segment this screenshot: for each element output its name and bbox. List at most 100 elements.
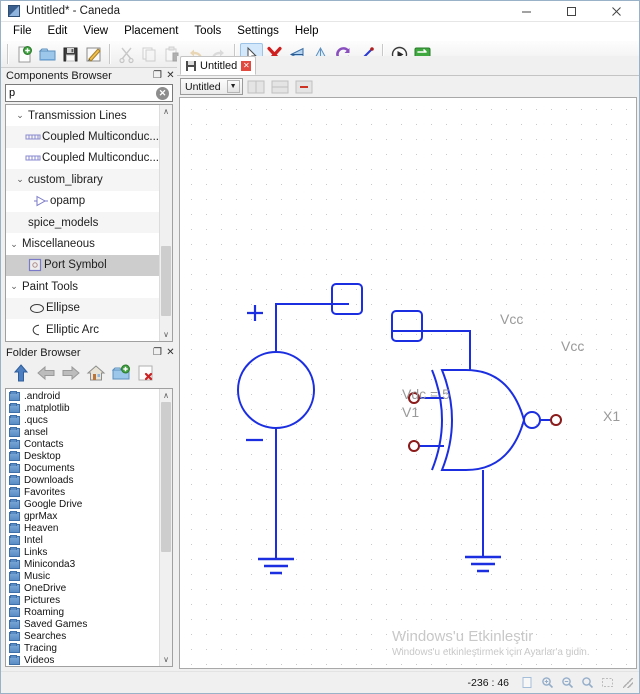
tree-item-coupled-multiconductor-2[interactable]: Coupled Multiconduc... [6,148,159,169]
folder-item[interactable]: Intel [6,534,159,546]
float-icon[interactable]: ❐ [151,346,164,359]
magnifier-minus-icon[interactable] [559,675,575,691]
close-icon[interactable]: ✕ [164,69,177,82]
document-selector-dropdown[interactable]: Untitled ▼ [180,78,243,95]
port-symbol-vcc-right[interactable] [391,310,471,371]
page-icon[interactable] [519,675,535,691]
folder-item[interactable]: Roaming [6,606,159,618]
scroll-thumb[interactable] [161,246,171,316]
scroll-up-icon[interactable]: ∧ [160,389,172,402]
schematic-canvas[interactable]: Vcc Vcc Vdc = 5 V1 X1 Windows'u Etkinleş… [180,98,636,668]
selection-icon[interactable] [599,675,615,691]
menu-tools[interactable]: Tools [186,23,229,39]
component-search-box[interactable]: ✕ [5,84,173,102]
chevron-down-icon[interactable]: ⌄ [6,281,22,292]
resize-grip[interactable] [623,677,633,688]
tree-item-custom-library[interactable]: ⌄ custom_library [6,169,159,191]
scroll-thumb[interactable] [161,402,171,552]
tree-item-ellipse[interactable]: Ellipse [6,297,159,319]
close-button[interactable] [594,1,639,22]
chevron-down-icon[interactable]: ⌄ [12,110,28,121]
folder-item[interactable]: Heaven [6,522,159,534]
chevron-down-icon[interactable]: ⌄ [12,174,28,185]
folder-item[interactable]: Pictures [6,594,159,606]
scroll-track[interactable] [160,402,172,653]
folder-item[interactable]: .matplotlib [6,402,159,414]
folder-item[interactable]: .android [6,390,159,402]
tree-item-transmission-lines[interactable]: ⌄ Transmission Lines [6,105,159,126]
tree-item-opamp[interactable]: opamp [6,191,159,212]
maximize-button[interactable] [549,1,594,22]
ground-right[interactable] [465,555,501,573]
scroll-up-icon[interactable]: ∧ [160,105,172,118]
menu-view[interactable]: View [75,23,116,39]
components-tree[interactable]: ⌄ Transmission Lines Coupled Multiconduc… [6,105,159,341]
parent-folder-button[interactable] [9,362,32,385]
menu-file[interactable]: File [5,23,40,39]
scroll-track[interactable] [160,118,172,328]
folder-item[interactable]: gprMax [6,510,159,522]
chevron-down-icon[interactable]: ▼ [226,80,240,93]
tree-item-spice-models[interactable]: spice_models [6,211,159,234]
document-tab-untitled[interactable]: Untitled ✕ [180,56,257,75]
print-document-button[interactable] [82,43,105,66]
label-v1-value: Vdc = 5 [402,386,450,402]
tree-item-elliptic-arc[interactable]: Elliptic Arc [6,319,159,340]
new-document-button[interactable] [13,43,36,66]
folder-item[interactable]: Miniconda3 [6,558,159,570]
scroll-down-icon[interactable]: ∨ [160,328,172,341]
tree-item-coupled-multiconductor-1[interactable]: Coupled Multiconduc... [6,126,159,148]
tree-item-paint-tools[interactable]: ⌄ Paint Tools [6,276,159,297]
clear-search-icon[interactable]: ✕ [156,86,169,100]
copy-button[interactable] [138,43,161,66]
components-tree-scrollbar[interactable]: ∧ ∨ [159,105,172,341]
tree-item-miscellaneous[interactable]: ⌄ Miscellaneous [6,233,159,254]
new-folder-button[interactable] [109,362,132,385]
split-horizontal-button[interactable] [246,79,267,95]
open-document-button[interactable] [36,43,59,66]
scroll-down-icon[interactable]: ∨ [160,653,172,666]
float-icon[interactable]: ❐ [151,69,164,82]
menu-placement[interactable]: Placement [116,23,186,39]
folder-item[interactable]: Desktop [6,450,159,462]
search-input[interactable] [6,87,156,99]
folder-icon [9,654,20,665]
minimize-button[interactable] [504,1,549,22]
delete-file-button[interactable] [134,362,157,385]
folder-item[interactable]: Contacts [6,438,159,450]
menu-help[interactable]: Help [287,23,327,39]
split-vertical-button[interactable] [270,79,291,95]
ground-left[interactable] [258,557,294,575]
folder-item[interactable]: Videos [6,654,159,666]
folder-item[interactable]: Documents [6,462,159,474]
magnifier-plus-icon[interactable] [539,675,555,691]
folder-item[interactable]: Music [6,570,159,582]
folder-item[interactable]: .qucs [6,414,159,426]
folder-list-scrollbar[interactable]: ∧ ∨ [159,389,172,666]
cut-button[interactable] [115,43,138,66]
save-document-button[interactable] [59,43,82,66]
folder-list[interactable]: .android .matplotlib .qucs ansel Contact… [6,389,159,666]
folder-item[interactable]: Searches [6,630,159,642]
voltage-source-v1[interactable] [237,303,332,558]
folder-item[interactable]: Links [6,546,159,558]
home-button[interactable] [84,362,107,385]
close-icon[interactable]: ✕ [164,346,177,359]
menu-edit[interactable]: Edit [40,23,76,39]
chevron-down-icon[interactable]: ⌄ [6,239,22,250]
port-symbol-vcc-left[interactable] [331,283,363,315]
folder-item[interactable]: ansel [6,426,159,438]
folder-item[interactable]: Tracing [6,642,159,654]
tab-close-icon[interactable]: ✕ [241,60,252,71]
folder-item[interactable]: Favorites [6,486,159,498]
magnifier-icon[interactable] [579,675,595,691]
forward-button[interactable] [59,362,82,385]
folder-item[interactable]: Google Drive [6,498,159,510]
close-split-button[interactable] [294,79,315,95]
tree-item-port-symbol[interactable]: Port Symbol [6,254,159,277]
menu-settings[interactable]: Settings [229,23,287,39]
back-button[interactable] [34,362,57,385]
folder-item[interactable]: Downloads [6,474,159,486]
folder-item[interactable]: Saved Games [6,618,159,630]
folder-item[interactable]: OneDrive [6,582,159,594]
